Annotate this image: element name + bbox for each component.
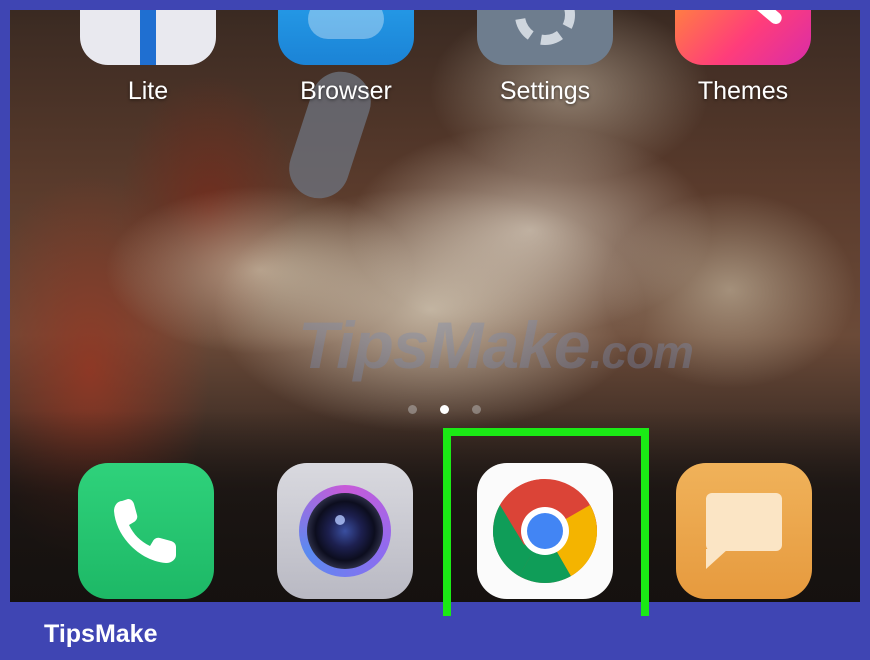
themes-brush-icon bbox=[675, 10, 811, 65]
page-dot[interactable] bbox=[408, 405, 417, 414]
app-label-settings: Settings bbox=[499, 77, 591, 105]
lite-app-icon bbox=[80, 10, 216, 65]
watermark-suffix: .com bbox=[589, 326, 694, 378]
dock-app-phone[interactable] bbox=[78, 463, 214, 599]
browser-icon bbox=[278, 10, 414, 65]
footer-brand: TipsMake bbox=[44, 620, 158, 648]
page-dot-active[interactable] bbox=[440, 405, 449, 414]
app-themes[interactable]: Themes bbox=[675, 10, 811, 115]
phone-icon bbox=[78, 463, 214, 599]
camera-icon bbox=[277, 463, 413, 599]
dock-app-camera[interactable] bbox=[277, 463, 413, 599]
app-label-lite: Lite bbox=[127, 77, 169, 105]
app-label-themes: Themes bbox=[697, 77, 789, 105]
page-dot[interactable] bbox=[472, 405, 481, 414]
dock-app-messages[interactable] bbox=[676, 463, 812, 599]
app-browser[interactable]: Browser bbox=[278, 10, 414, 115]
image-frame: Lite Browser Settings Themes TipsMake.co… bbox=[0, 0, 870, 660]
watermark-main: TipsMake bbox=[298, 308, 591, 382]
page-indicator[interactable] bbox=[402, 402, 502, 416]
settings-gear-icon bbox=[477, 10, 613, 65]
app-settings[interactable]: Settings bbox=[477, 10, 613, 115]
messages-icon bbox=[676, 463, 812, 599]
app-label-browser: Browser bbox=[300, 77, 392, 105]
chrome-highlight-box bbox=[443, 428, 649, 616]
top-app-row: Lite Browser Settings Themes bbox=[10, 10, 860, 130]
watermark: TipsMake.com bbox=[298, 307, 694, 383]
app-lite[interactable]: Lite bbox=[80, 10, 216, 115]
home-screen: Lite Browser Settings Themes TipsMake.co… bbox=[10, 10, 860, 602]
